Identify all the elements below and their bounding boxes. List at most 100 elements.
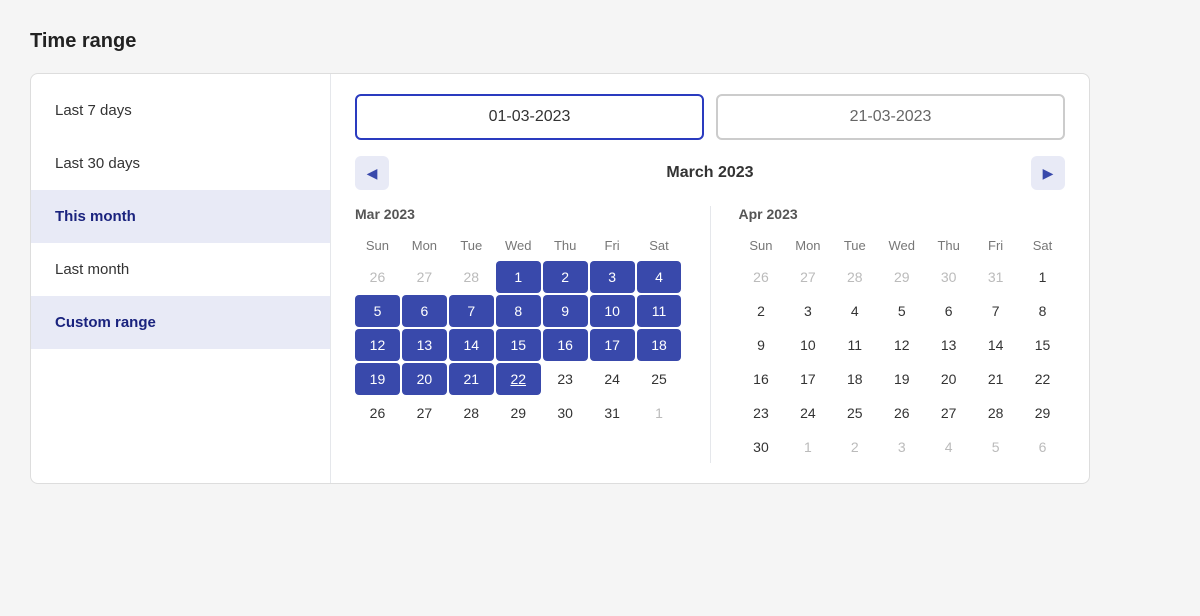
day-header: Fri (973, 232, 1018, 259)
start-date-input[interactable] (355, 94, 704, 140)
calendar-day[interactable]: 16 (739, 363, 784, 395)
calendar-day[interactable]: 5 (355, 295, 400, 327)
calendar-day[interactable]: 24 (590, 363, 635, 395)
calendar-day[interactable]: 31 (973, 261, 1018, 293)
prev-month-button[interactable]: ◀ (355, 156, 389, 190)
calendar-day[interactable]: 19 (879, 363, 924, 395)
calendar-day[interactable]: 18 (832, 363, 877, 395)
calendar-day[interactable]: 27 (785, 261, 830, 293)
sidebar-item-thismonth[interactable]: This month (31, 190, 330, 243)
calendar-day[interactable]: 25 (637, 363, 682, 395)
calendar-day[interactable]: 2 (832, 431, 877, 463)
calendar-day[interactable]: 29 (496, 397, 541, 429)
calendar-day[interactable]: 23 (543, 363, 588, 395)
calendar-day[interactable]: 17 (590, 329, 635, 361)
calendar-day[interactable]: 29 (1020, 397, 1065, 429)
calendar-day[interactable]: 16 (543, 329, 588, 361)
calendar-day[interactable]: 8 (496, 295, 541, 327)
march-calendar: Mar 2023SunMonTueWedThuFriSat26272812345… (355, 206, 682, 463)
sidebar-item-last7[interactable]: Last 7 days (31, 84, 330, 137)
calendar-day[interactable]: 27 (402, 261, 447, 293)
next-month-button[interactable]: ▶ (1031, 156, 1065, 190)
calendar-area: ◀ March 2023 ▶ Mar 2023SunMonTueWedThuFr… (331, 74, 1089, 483)
calendar-day[interactable]: 28 (973, 397, 1018, 429)
calendar-day[interactable]: 30 (926, 261, 971, 293)
calendar-day[interactable]: 29 (879, 261, 924, 293)
calendar-day[interactable]: 20 (402, 363, 447, 395)
prev-icon: ◀ (367, 165, 378, 182)
calendar-day[interactable]: 28 (832, 261, 877, 293)
calendar-day[interactable]: 22 (1020, 363, 1065, 395)
calendar-day[interactable]: 7 (973, 295, 1018, 327)
calendar-day[interactable]: 10 (590, 295, 635, 327)
calendar-day[interactable]: 3 (590, 261, 635, 293)
day-header: Mon (402, 232, 447, 259)
calendar-day[interactable]: 25 (832, 397, 877, 429)
calendar-day[interactable]: 21 (449, 363, 494, 395)
calendar-day[interactable]: 26 (355, 261, 400, 293)
sidebar-item-last30[interactable]: Last 30 days (31, 137, 330, 190)
calendar-day[interactable]: 13 (926, 329, 971, 361)
calendar-day[interactable]: 28 (449, 261, 494, 293)
calendar-day[interactable]: 3 (785, 295, 830, 327)
calendar-day[interactable]: 17 (785, 363, 830, 395)
calendar-day[interactable]: 9 (543, 295, 588, 327)
calendar-day[interactable]: 5 (973, 431, 1018, 463)
calendar-day[interactable]: 14 (973, 329, 1018, 361)
calendar-day[interactable]: 18 (637, 329, 682, 361)
main-container: Last 7 days Last 30 days This month Last… (30, 73, 1090, 484)
date-inputs-row (355, 94, 1065, 140)
calendar-day[interactable]: 28 (449, 397, 494, 429)
calendar-day[interactable]: 30 (739, 431, 784, 463)
day-header: Tue (832, 232, 877, 259)
calendar-nav: ◀ March 2023 ▶ (355, 156, 1065, 190)
calendar-day[interactable]: 11 (637, 295, 682, 327)
sidebar-item-custom[interactable]: Custom range (31, 296, 330, 349)
calendar-day[interactable]: 3 (879, 431, 924, 463)
calendar-day[interactable]: 6 (926, 295, 971, 327)
calendar-day[interactable]: 9 (739, 329, 784, 361)
calendar-day[interactable]: 26 (355, 397, 400, 429)
sidebar-item-lastmonth[interactable]: Last month (31, 243, 330, 296)
calendar-day[interactable]: 19 (355, 363, 400, 395)
calendar-day[interactable]: 24 (785, 397, 830, 429)
calendar-day[interactable]: 6 (402, 295, 447, 327)
calendar-day[interactable]: 13 (402, 329, 447, 361)
calendar-day[interactable]: 20 (926, 363, 971, 395)
calendar-day[interactable]: 22 (496, 363, 541, 395)
calendar-day[interactable]: 11 (832, 329, 877, 361)
calendar-day[interactable]: 15 (1020, 329, 1065, 361)
calendar-day[interactable]: 1 (637, 397, 682, 429)
calendar-day[interactable]: 1 (1020, 261, 1065, 293)
calendar-day[interactable]: 27 (926, 397, 971, 429)
calendar-day[interactable]: 5 (879, 295, 924, 327)
calendar-day[interactable]: 12 (355, 329, 400, 361)
calendar-day[interactable]: 4 (926, 431, 971, 463)
calendar-day[interactable]: 1 (785, 431, 830, 463)
calendar-day[interactable]: 6 (1020, 431, 1065, 463)
calendar-day[interactable]: 4 (832, 295, 877, 327)
day-header: Sat (637, 232, 682, 259)
calendar-day[interactable]: 21 (973, 363, 1018, 395)
calendar-day[interactable]: 10 (785, 329, 830, 361)
calendar-day[interactable]: 15 (496, 329, 541, 361)
calendar-day[interactable]: 1 (496, 261, 541, 293)
calendar-day[interactable]: 14 (449, 329, 494, 361)
calendar-grid: SunMonTueWedThuFriSat2627282930311234567… (739, 232, 1066, 463)
calendar-day[interactable]: 31 (590, 397, 635, 429)
calendar-day[interactable]: 2 (543, 261, 588, 293)
calendar-day[interactable]: 4 (637, 261, 682, 293)
page-title: Time range (30, 30, 1170, 53)
next-icon: ▶ (1043, 165, 1054, 182)
calendar-day[interactable]: 26 (739, 261, 784, 293)
calendar-day[interactable]: 23 (739, 397, 784, 429)
end-date-input[interactable] (716, 94, 1065, 140)
calendar-day[interactable]: 26 (879, 397, 924, 429)
calendar-day[interactable]: 12 (879, 329, 924, 361)
calendar-day[interactable]: 30 (543, 397, 588, 429)
calendar-day[interactable]: 8 (1020, 295, 1065, 327)
day-header: Tue (449, 232, 494, 259)
calendar-day[interactable]: 7 (449, 295, 494, 327)
calendar-day[interactable]: 2 (739, 295, 784, 327)
calendar-day[interactable]: 27 (402, 397, 447, 429)
